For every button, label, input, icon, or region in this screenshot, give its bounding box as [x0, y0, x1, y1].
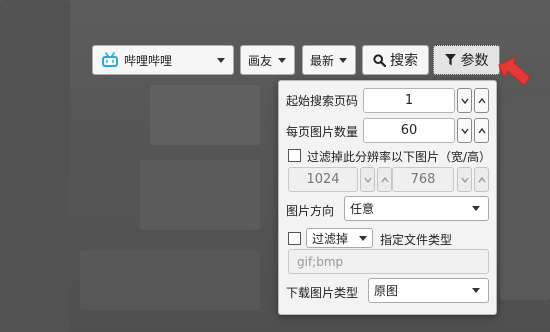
orientation-label: 图片方向: [286, 204, 335, 218]
start-page-increment[interactable]: [474, 88, 489, 113]
filter-resolution-label: 过滤掉此分辨率以下图片（宽/高）: [307, 150, 492, 164]
params-button[interactable]: 参数: [433, 45, 500, 75]
min-height-input[interactable]: 768: [392, 167, 454, 192]
download-type-label: 下载图片类型: [286, 286, 359, 300]
min-width-decrement[interactable]: [360, 167, 375, 192]
params-button-label: 参数: [460, 53, 489, 69]
chevron-down-icon: [460, 98, 469, 104]
orientation-select[interactable]: 任意: [344, 196, 489, 221]
per-page-label: 每页图片数量: [286, 125, 359, 139]
chevron-down-icon: [472, 288, 480, 293]
start-page-decrement[interactable]: [457, 88, 472, 113]
min-height-increment[interactable]: [474, 167, 489, 192]
chevron-down-icon: [359, 235, 367, 241]
filter-type-checkbox[interactable]: [288, 232, 301, 245]
filter-icon: [444, 54, 456, 66]
chevron-up-icon: [380, 176, 389, 182]
filter-resolution-checkbox[interactable]: [288, 149, 301, 162]
per-page-decrement[interactable]: [457, 118, 472, 143]
download-type-value: 原图: [374, 284, 399, 298]
min-width-input[interactable]: 1024: [288, 167, 358, 192]
red-arrow-icon: [498, 56, 531, 86]
chevron-down-icon: [363, 177, 372, 183]
start-page-input[interactable]: 1: [363, 88, 455, 113]
filter-mode-select[interactable]: 过滤掉: [306, 228, 373, 248]
orientation-select-value: 任意: [350, 202, 375, 216]
chevron-up-icon: [477, 97, 486, 103]
site-select-value: 哔哩哔哩: [124, 53, 173, 68]
bilibili-logo-icon: [102, 52, 118, 67]
download-type-select[interactable]: 原图: [368, 278, 489, 303]
search-button-label: 搜索: [390, 53, 418, 69]
chevron-down-icon: [472, 206, 480, 211]
per-page-increment[interactable]: [474, 118, 489, 143]
site-select[interactable]: 哔哩哔哩: [92, 45, 234, 75]
file-type-input[interactable]: gif;bmp: [288, 249, 489, 274]
chevron-down-icon: [460, 177, 469, 183]
category-select-value: 画友: [248, 53, 273, 68]
chevron-down-icon: [339, 57, 347, 63]
chevron-down-icon: [217, 57, 225, 63]
sort-select-value: 最新: [310, 53, 335, 68]
search-button[interactable]: 搜索: [362, 45, 429, 75]
chevron-up-icon: [477, 176, 486, 182]
sort-select[interactable]: 最新: [302, 45, 356, 75]
per-page-input[interactable]: 60: [363, 118, 455, 143]
filter-mode-value: 过滤掉: [312, 231, 349, 246]
min-width-increment[interactable]: [377, 167, 392, 192]
min-height-decrement[interactable]: [457, 167, 472, 192]
params-panel: 起始搜索页码 1 每页图片数量 60 过滤掉此分辨率以下图片（宽/高） 1024…: [278, 80, 497, 315]
start-page-label: 起始搜索页码: [286, 94, 359, 108]
filter-type-label: 指定文件类型: [380, 233, 453, 247]
chevron-down-icon: [278, 57, 286, 63]
chevron-up-icon: [477, 127, 486, 133]
category-select[interactable]: 画友: [240, 45, 295, 75]
chevron-down-icon: [460, 128, 469, 134]
search-icon: [373, 53, 386, 67]
